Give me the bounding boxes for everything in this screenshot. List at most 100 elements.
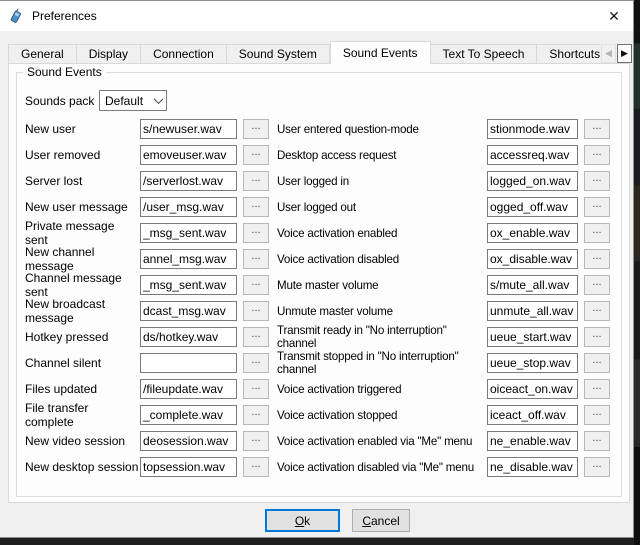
sound-file-input[interactable]: [140, 431, 237, 451]
close-icon[interactable]: ✕: [599, 3, 629, 29]
browse-button[interactable]: ...: [584, 431, 610, 451]
cancel-button[interactable]: Cancel: [352, 509, 410, 532]
browse-button[interactable]: ...: [584, 119, 610, 139]
browse-button[interactable]: ...: [584, 327, 610, 347]
browse-button[interactable]: ...: [243, 249, 269, 269]
browse-button[interactable]: ...: [243, 457, 269, 477]
sound-event-row: Channel silent...: [25, 353, 269, 373]
tab-general[interactable]: General: [8, 44, 77, 64]
browse-button[interactable]: ...: [584, 275, 610, 295]
tab-display[interactable]: Display: [77, 44, 141, 64]
sound-file-input[interactable]: [487, 249, 578, 269]
sound-file-input[interactable]: [140, 119, 237, 139]
tab-text-to-speech[interactable]: Text To Speech: [431, 44, 538, 64]
browse-button[interactable]: ...: [243, 171, 269, 191]
ok-button[interactable]: Ok: [265, 509, 340, 532]
sound-file-input[interactable]: [487, 431, 578, 451]
browse-button[interactable]: ...: [584, 197, 610, 217]
tab-scroll-left-icon: ◀: [601, 44, 616, 63]
tab-sound-system[interactable]: Sound System: [227, 44, 330, 64]
sound-file-input[interactable]: [140, 145, 237, 165]
background-app-sliver: [634, 0, 640, 545]
sound-file-input[interactable]: [140, 171, 237, 191]
sound-file-input[interactable]: [487, 145, 578, 165]
browse-button[interactable]: ...: [243, 223, 269, 243]
sound-file-input[interactable]: [487, 171, 578, 191]
tab-scroll-right-icon[interactable]: ▶: [617, 44, 632, 63]
sound-file-input[interactable]: [140, 379, 237, 399]
sound-file-input[interactable]: [140, 327, 237, 347]
sound-file-input[interactable]: [140, 197, 237, 217]
sound-file-input[interactable]: [140, 353, 237, 373]
sound-file-input[interactable]: [487, 223, 578, 243]
sound-event-label: New user message: [25, 200, 140, 214]
sound-event-label: New video session: [25, 434, 140, 448]
sound-event-label: Voice activation triggered: [277, 383, 487, 396]
sound-file-input[interactable]: [487, 457, 578, 477]
sound-event-row: New video session...: [25, 431, 269, 451]
sound-file-input[interactable]: [140, 301, 237, 321]
sound-event-row: File transfer complete...: [25, 405, 269, 425]
tab-connection[interactable]: Connection: [141, 44, 227, 64]
sound-file-input[interactable]: [140, 223, 237, 243]
sound-event-label: Voice activation disabled: [277, 253, 487, 266]
browse-button[interactable]: ...: [584, 379, 610, 399]
preferences-dialog: Preferences ✕ GeneralDisplayConnectionSo…: [0, 0, 634, 538]
sound-file-input[interactable]: [487, 197, 578, 217]
sound-event-label: Files updated: [25, 382, 140, 396]
sound-event-row: New desktop session...: [25, 457, 269, 477]
browse-button[interactable]: ...: [584, 405, 610, 425]
sound-file-input[interactable]: [487, 405, 578, 425]
window-title: Preferences: [32, 9, 97, 23]
sound-event-row: Voice activation disabled via "Me" menu.…: [277, 457, 610, 477]
sound-event-label: Channel message sent: [25, 271, 140, 299]
sound-file-input[interactable]: [140, 275, 237, 295]
browse-button[interactable]: ...: [584, 353, 610, 373]
sound-event-label: User entered question-mode: [277, 123, 487, 136]
browse-button[interactable]: ...: [584, 223, 610, 243]
browse-button[interactable]: ...: [243, 353, 269, 373]
browse-button[interactable]: ...: [243, 275, 269, 295]
title-bar: Preferences ✕: [0, 1, 633, 31]
browse-button[interactable]: ...: [584, 171, 610, 191]
sound-event-label: Transmit stopped in "No interruption" ch…: [277, 350, 487, 376]
browse-button[interactable]: ...: [243, 301, 269, 321]
sound-event-label: User logged out: [277, 201, 487, 214]
sound-file-input[interactable]: [140, 457, 237, 477]
browse-button[interactable]: ...: [584, 145, 610, 165]
sounds-pack-label: Sounds pack: [25, 94, 94, 108]
sound-event-label: Server lost: [25, 174, 140, 188]
sound-event-row: Transmit ready in "No interruption" chan…: [277, 327, 610, 347]
sound-event-row: Hotkey pressed...: [25, 327, 269, 347]
sound-event-row: Mute master volume...: [277, 275, 610, 295]
tab-strip: GeneralDisplayConnectionSound SystemSoun…: [8, 41, 600, 64]
tab-shortcuts[interactable]: Shortcuts: [537, 44, 600, 64]
sound-event-row: Private message sent...: [25, 223, 269, 243]
sound-events-column-left: New user...User removed...Server lost...…: [25, 119, 269, 483]
sound-event-label: User removed: [25, 148, 140, 162]
browse-button[interactable]: ...: [243, 327, 269, 347]
sound-event-row: Files updated...: [25, 379, 269, 399]
browse-button[interactable]: ...: [243, 197, 269, 217]
browse-button[interactable]: ...: [584, 301, 610, 321]
sounds-pack-select[interactable]: Default: [99, 90, 167, 111]
sound-file-input[interactable]: [140, 249, 237, 269]
sound-file-input[interactable]: [140, 405, 237, 425]
browse-button[interactable]: ...: [243, 379, 269, 399]
browse-button[interactable]: ...: [243, 431, 269, 451]
sound-file-input[interactable]: [487, 119, 578, 139]
browse-button[interactable]: ...: [243, 405, 269, 425]
browse-button[interactable]: ...: [584, 457, 610, 477]
browse-button[interactable]: ...: [243, 119, 269, 139]
sound-file-input[interactable]: [487, 327, 578, 347]
sound-event-row: User entered question-mode...: [277, 119, 610, 139]
browse-button[interactable]: ...: [243, 145, 269, 165]
sound-file-input[interactable]: [487, 275, 578, 295]
sound-file-input[interactable]: [487, 353, 578, 373]
sound-event-row: New channel message...: [25, 249, 269, 269]
app-walkie-talkie-icon: [8, 8, 24, 24]
browse-button[interactable]: ...: [584, 249, 610, 269]
sound-file-input[interactable]: [487, 379, 578, 399]
sound-file-input[interactable]: [487, 301, 578, 321]
tab-sound-events[interactable]: Sound Events: [330, 41, 431, 64]
